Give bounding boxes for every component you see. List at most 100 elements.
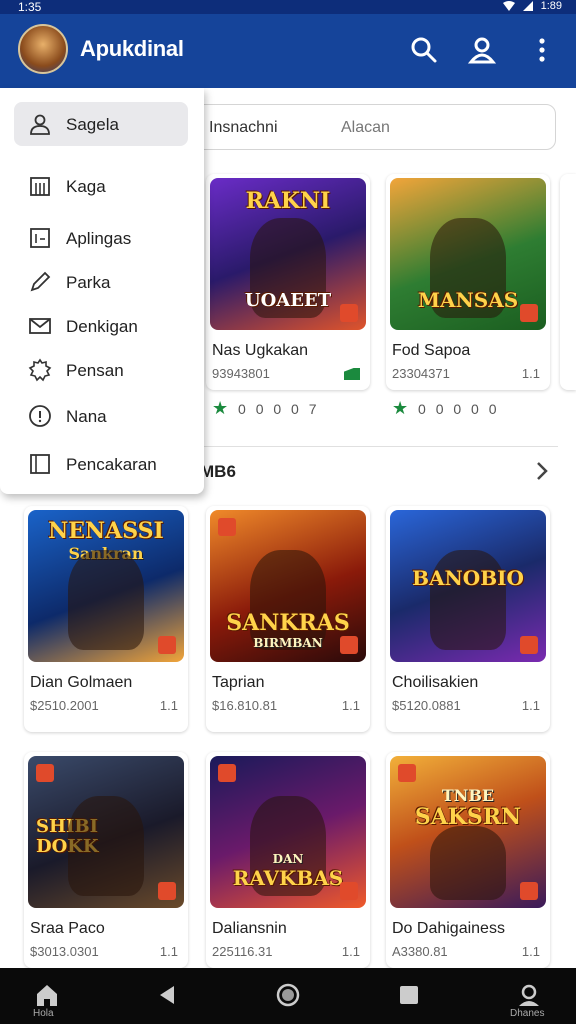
star-icon: ★ (392, 398, 412, 418)
account-icon[interactable] (466, 34, 498, 66)
search-input[interactable]: Insnachni Alacan (188, 104, 556, 150)
home-label: Hola (33, 1008, 54, 1019)
drawer-item-kaga[interactable]: Kaga (14, 164, 188, 208)
app-meta: 93943801 (212, 366, 270, 381)
gear-icon (28, 358, 52, 382)
app-name: Fod Sapoa (392, 342, 471, 359)
app-card[interactable]: RAKNI UOAEET Nas Ugkakan 93943801 (206, 174, 370, 390)
flag-icon (344, 368, 360, 380)
app-meta: $2510.2001 (30, 698, 99, 713)
app-card[interactable]: NENASSI Sankran Dian Golmaen $2510.2001 … (24, 506, 188, 732)
app-card[interactable]: SHIBI DOKK Sraa Paco $3013.0301 1.1 (24, 752, 188, 968)
more-vert-icon[interactable] (526, 34, 558, 66)
art-title: BANOBIO (412, 566, 524, 590)
app-card-image: BANOBIO (390, 510, 546, 662)
section-title: MB6 (200, 462, 236, 481)
art-title: RAKNI (245, 188, 331, 214)
app-card[interactable]: MANSAS Fod Sapoa 23304371 1.1 (386, 174, 550, 390)
app-rating: 1.1 (341, 698, 360, 713)
back-icon[interactable] (154, 982, 180, 1008)
app-rating: 1.1 (521, 944, 540, 959)
app-card[interactable]: BANOBIO Choilisakien $5120.0881 1.1 (386, 506, 550, 732)
app-card-image: DAN RAVKBAS (210, 756, 366, 908)
rating-row: ★ 0 0 0 0 0 (392, 398, 500, 419)
hero-art (68, 550, 144, 650)
hero-art (430, 550, 506, 650)
rating-dots: 0 0 0 0 0 (418, 401, 500, 417)
mail-icon (29, 318, 51, 334)
avatar[interactable] (18, 24, 68, 74)
app-name: Daliansnin (212, 920, 287, 937)
app-rating: 1.1 (521, 366, 540, 381)
navigation-drawer: Sagela Kaga Aplingas Parka Denkigan Pens… (0, 88, 204, 494)
badge-icon (520, 882, 538, 900)
drawer-item-label: Kaga (66, 177, 106, 196)
app-rating: 1.1 (159, 944, 178, 959)
rating-row: ★ 0 0 0 0 7 (212, 398, 320, 419)
badge-icon (340, 882, 358, 900)
signal-icon (522, 1, 533, 11)
app-card-image: RAKNI UOAEET (210, 178, 366, 330)
drawer-item-label: Sagela (66, 115, 119, 134)
drawer-item-sagela[interactable]: Sagela (14, 102, 188, 146)
app-name: Choilisakien (392, 674, 479, 691)
drawer-item-label: Parka (66, 273, 111, 292)
app-card[interactable]: DAN RAVKBAS Daliansnin 225116.31 1.1 (206, 752, 370, 968)
app-card[interactable]: SANKRAS BIRMBAN Taprian $16.810.81 1.1 (206, 506, 370, 732)
rating-dots: 0 0 0 0 7 (238, 401, 320, 417)
app-meta: $5120.0881 (392, 698, 461, 713)
chevron-right-icon[interactable] (532, 460, 552, 482)
person-icon (30, 114, 50, 135)
app-name: Do Dahigainess (392, 920, 505, 937)
badge-icon (36, 764, 54, 782)
status-icons: 1:89 (502, 0, 562, 12)
app-card-image: MANSAS (390, 178, 546, 330)
search-placeholder: Alacan (341, 119, 390, 136)
badge-icon (398, 764, 416, 782)
divider (200, 446, 558, 447)
hero-art (68, 796, 144, 896)
apps-icon (30, 228, 50, 248)
app-rating: 1.1 (521, 698, 540, 713)
app-meta: 23304371 (392, 366, 450, 381)
badge-icon (158, 636, 176, 654)
drawer-item-label: Pencakaran (66, 455, 157, 474)
store-icon (30, 177, 50, 196)
app-card-image: TNBE SAKSRN (390, 756, 546, 908)
book-icon (30, 454, 50, 474)
art-title: NENASSI (48, 518, 164, 544)
drawer-item-pencakaran[interactable]: Pencakaran (14, 442, 188, 486)
app-card-image: NENASSI Sankran (28, 510, 184, 662)
badge-icon (340, 304, 358, 322)
drawer-item-parka[interactable]: Parka (14, 260, 188, 304)
wifi-icon (502, 1, 515, 11)
badge-icon (340, 636, 358, 654)
badge-icon (520, 304, 538, 322)
hero-art (430, 826, 506, 900)
info-icon (29, 405, 51, 427)
profile-icon[interactable] (516, 982, 542, 1008)
app-card-image: SANKRAS BIRMBAN (210, 510, 366, 662)
search-icon[interactable] (408, 34, 440, 66)
app-name: Taprian (212, 674, 265, 691)
art-subtitle: TNBE (441, 786, 495, 805)
badge-icon (520, 636, 538, 654)
badge-icon (158, 882, 176, 900)
app-card[interactable]: TNBE SAKSRN Do Dahigainess A3380.81 1.1 (386, 752, 550, 968)
app-title: Apukdinal (80, 36, 184, 61)
app-meta: $16.810.81 (212, 698, 278, 713)
app-rating: 1.1 (341, 944, 360, 959)
app-card-image: SHIBI DOKK (28, 756, 184, 908)
drawer-item-nana[interactable]: Nana (14, 394, 188, 438)
recents-icon[interactable] (396, 982, 422, 1008)
search-left-text: Insnachni (209, 119, 278, 136)
drawer-item-pensan[interactable]: Pensan (14, 348, 188, 392)
home-circle-icon[interactable] (275, 982, 301, 1008)
system-nav-bar: Hola Dhanes (0, 968, 576, 1024)
drawer-item-label: Nana (66, 407, 107, 426)
profile-label: Dhanes (510, 1008, 545, 1019)
app-card-partial[interactable] (560, 174, 576, 390)
drawer-item-aplingas[interactable]: Aplingas (14, 216, 188, 260)
drawer-item-denkigan[interactable]: Denkigan (14, 304, 188, 348)
home-icon[interactable] (34, 982, 60, 1008)
